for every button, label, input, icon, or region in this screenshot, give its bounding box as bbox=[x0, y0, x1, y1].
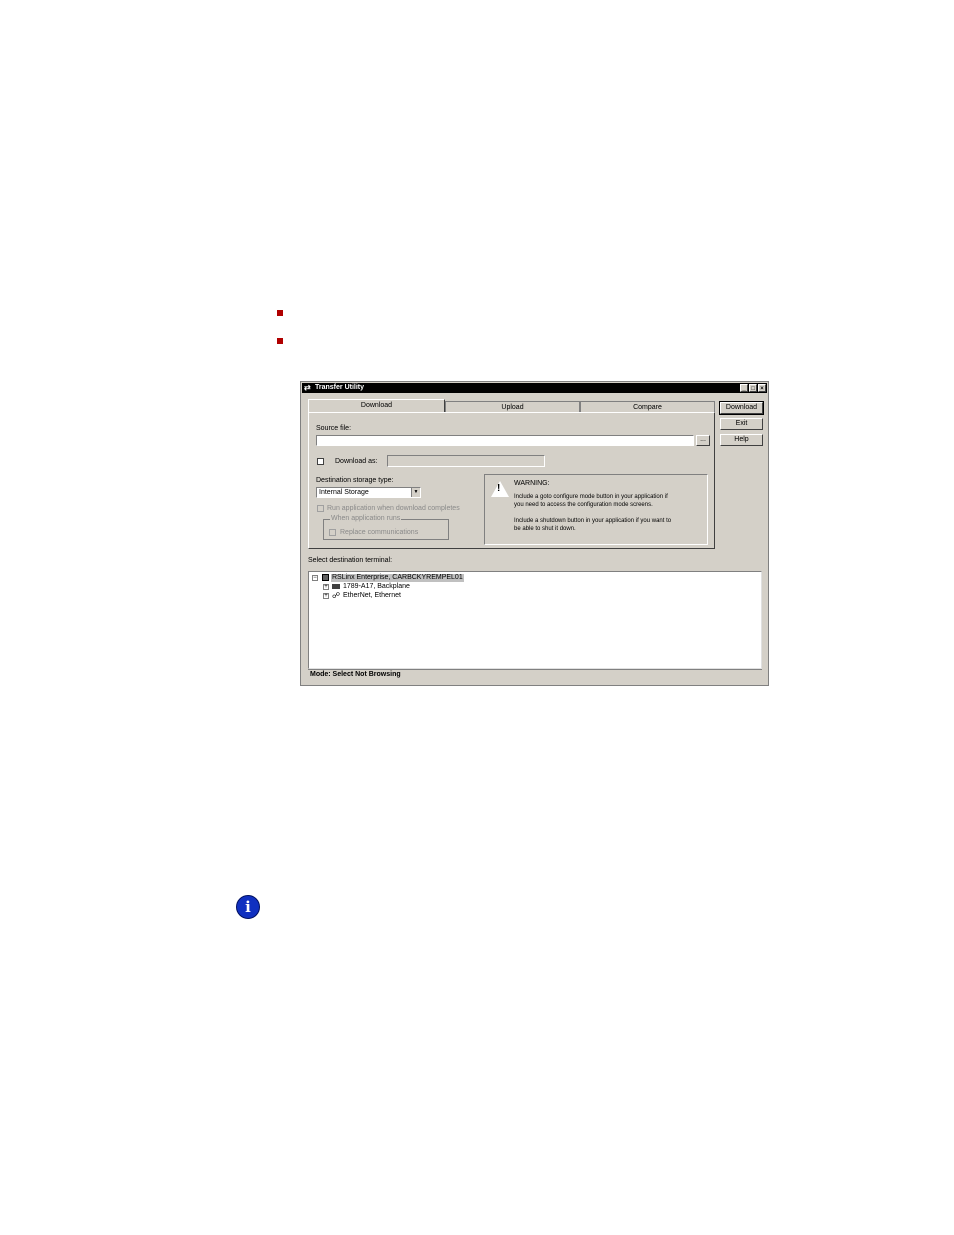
network-icon: ☍ bbox=[332, 591, 341, 600]
warning-icon: ! bbox=[491, 481, 509, 497]
browse-button[interactable]: ... bbox=[696, 435, 710, 446]
warning-line-1: Include a goto configure mode button in … bbox=[514, 494, 668, 500]
collapse-icon[interactable]: − bbox=[312, 575, 318, 581]
minimize-button[interactable]: _ bbox=[740, 384, 748, 392]
select-destination-label: Select destination terminal: bbox=[308, 557, 393, 564]
bullet-marker-1 bbox=[277, 310, 283, 316]
app-icon: ⇄ bbox=[304, 383, 311, 392]
warning-line-4: be able to shut it down. bbox=[514, 526, 576, 532]
tree-item-ethernet[interactable]: EtherNet, Ethernet bbox=[343, 592, 401, 600]
computer-icon bbox=[322, 574, 329, 581]
backplane-icon bbox=[332, 584, 340, 589]
when-application-runs-label: When application runs bbox=[330, 515, 402, 523]
destination-storage-label: Destination storage type: bbox=[316, 477, 394, 484]
destination-storage-value: Internal Storage bbox=[319, 489, 369, 496]
replace-communications-checkbox[interactable] bbox=[329, 529, 336, 536]
when-application-runs-group: When application runs Replace communicat… bbox=[323, 515, 449, 540]
run-application-label: Run application when download completes bbox=[327, 505, 460, 512]
maximize-button[interactable]: □ bbox=[749, 384, 757, 392]
warning-box: ! WARNING: Include a goto configure mode… bbox=[484, 474, 708, 545]
warning-title: WARNING: bbox=[514, 480, 550, 487]
info-icon: i bbox=[236, 895, 260, 919]
help-button[interactable]: Help bbox=[720, 434, 763, 446]
warning-line-3: Include a shutdown button in your applic… bbox=[514, 518, 672, 524]
warning-line-2: you need to access the configuration mod… bbox=[514, 502, 653, 508]
transfer-utility-window: ⇄ Transfer Utility _ □ × Download Upload… bbox=[300, 381, 769, 686]
download-tab-panel: Source file: ... Download as: Destinatio… bbox=[308, 412, 715, 549]
status-bar: Mode: Select Not Browsing bbox=[308, 669, 762, 678]
source-file-input[interactable] bbox=[316, 435, 694, 446]
dropdown-arrow-icon[interactable]: ▼ bbox=[411, 488, 420, 497]
tab-download[interactable]: Download bbox=[308, 399, 445, 413]
download-as-label: Download as: bbox=[335, 458, 378, 465]
close-button[interactable]: × bbox=[758, 384, 766, 392]
download-button[interactable]: Download bbox=[719, 401, 764, 415]
source-file-label: Source file: bbox=[316, 425, 352, 432]
exit-button[interactable]: Exit bbox=[720, 418, 763, 430]
tree-item-root[interactable]: RSLinx Enterprise, CARBCKYREMPEL01 bbox=[331, 574, 464, 582]
download-as-checkbox[interactable] bbox=[317, 458, 324, 465]
replace-communications-label: Replace communications bbox=[340, 529, 419, 536]
expand-icon[interactable]: + bbox=[323, 593, 329, 599]
bullet-marker-2 bbox=[277, 338, 283, 344]
download-as-input[interactable] bbox=[387, 455, 545, 467]
expand-icon[interactable]: + bbox=[323, 584, 329, 590]
window-title: Transfer Utility bbox=[315, 384, 365, 391]
destination-terminal-tree[interactable]: − RSLinx Enterprise, CARBCKYREMPEL01 + 1… bbox=[308, 571, 762, 669]
title-bar[interactable]: ⇄ Transfer Utility _ □ × bbox=[302, 383, 767, 393]
run-application-checkbox[interactable] bbox=[317, 505, 324, 512]
tree-item-backplane[interactable]: 1789-A17, Backplane bbox=[343, 583, 410, 591]
destination-storage-select[interactable]: Internal Storage ▼ bbox=[316, 487, 421, 498]
